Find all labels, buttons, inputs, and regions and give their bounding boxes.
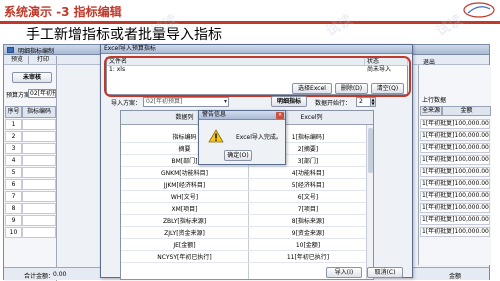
col-header-amount: 金额 [442, 106, 491, 116]
warning-icon [208, 129, 224, 143]
code-cell[interactable] [22, 215, 56, 226]
amount-label: 金额 [449, 273, 462, 280]
row-number: 8 [5, 203, 22, 214]
excel-col-cell: 5[经济科目] [291, 182, 325, 189]
data-start-stepper[interactable]: 2 ▲ ▼ [356, 97, 376, 107]
excel-col-cell: 8[指标来源] [291, 218, 325, 225]
exit-button[interactable]: 退出 [423, 57, 435, 66]
excel-col-cell: 9[资金来源] [291, 230, 325, 237]
cancel-button[interactable]: 取消(C) [367, 267, 403, 278]
excel-col-cell: 6[文号] [297, 194, 319, 201]
window-title: 明细指标编制 [18, 48, 55, 55]
row-number: 7 [5, 191, 22, 202]
row-number: 6 [5, 179, 22, 190]
field-cell: GNKM[功能科目] [161, 170, 208, 177]
field-cell: NCYSY[年初已执行] [157, 254, 212, 261]
field-cell: JE[金额] [173, 242, 196, 249]
row-number: 10 [5, 227, 22, 238]
col-header-source: 全来源 [420, 106, 442, 116]
watermark-text: 试读 [433, 11, 466, 40]
right-row: 1[年初批复]100,000.00 [420, 191, 490, 201]
table-row[interactable]: GNKM[功能科目] 4[功能科目] [121, 169, 373, 179]
preview-button[interactable]: 预览 [8, 56, 26, 64]
import-button[interactable]: 导入(I) [326, 267, 362, 278]
excel-col-cell: 10[金额] [295, 242, 321, 249]
total-label: 合计金额： [24, 273, 55, 280]
plan-label: 预算方案 [6, 92, 31, 99]
row-number: 1 [5, 119, 22, 130]
right-row: 1[年初批复]100,000.00 [420, 143, 490, 153]
code-cell[interactable] [22, 155, 56, 166]
row-number: 5 [5, 167, 22, 178]
ok-button[interactable]: 确定(O) [224, 150, 252, 161]
code-cell[interactable] [22, 143, 56, 154]
row-number: 4 [5, 155, 22, 166]
right-row: 1[年初批复]100,000.00 [420, 227, 490, 237]
data-start-value: 2 [359, 98, 363, 105]
field-cell: WH[文号] [170, 194, 199, 201]
warning-alert: 警告信息 × Excel导入完成。 确定(O) [198, 110, 286, 165]
dialog-title: Excel导入预算指标 [101, 45, 412, 54]
right-panel: 退出 上行数据 全来源 金额 1[年初批复]100,000.00 1[年初批复]… [418, 59, 491, 265]
code-cell[interactable] [22, 191, 56, 202]
code-cell[interactable] [22, 227, 56, 238]
table-row[interactable]: NCYSY[年初已执行] 11[年初已执行] [121, 253, 373, 263]
import-plan-select[interactable]: 02[年初预算] [143, 97, 229, 107]
toolbar-separator [56, 56, 57, 64]
watermark-text: 试读 [323, 11, 356, 40]
right-row: 1[年初批复]100,000.00 [420, 119, 490, 129]
data-start-label: 数据开始行： [315, 100, 352, 107]
unreviewed-button[interactable]: 未审核 [12, 72, 52, 83]
right-row: 1[年初批复]100,000.00 [420, 155, 490, 165]
upstream-data-label: 上行数据 [422, 97, 447, 104]
highlight-ring [104, 56, 411, 97]
table-row[interactable]: JE[金额] 10[金额] [121, 241, 373, 251]
field-cell: ZBLY[指标来源] [162, 218, 207, 225]
code-cell[interactable] [22, 203, 56, 214]
grid-header-code: 指标编码 [22, 106, 56, 118]
table-row[interactable]: ZBLY[指标来源] 8[指标来源] [121, 217, 373, 227]
plan-field[interactable]: 02[年初预算] [28, 89, 56, 98]
field-cell: JJKM[经济科目] [163, 182, 206, 189]
total-value: 0.00 [53, 271, 67, 278]
field-cell: ZJLY[资金来源] [164, 230, 205, 237]
table-row[interactable]: XM[项目] 7[项目] [121, 205, 373, 215]
import-options: 导入方案： 02[年初预算] 明细指标 数据开始行： 2 ▲▼ [101, 95, 412, 107]
close-icon[interactable]: × [276, 112, 284, 119]
toolbar-separator [28, 56, 29, 64]
excel-col-cell: 7[项目] [297, 206, 319, 213]
brand-logo-icon [463, 2, 495, 18]
code-cell[interactable] [22, 119, 56, 130]
code-cell[interactable] [22, 131, 56, 142]
stepper-arrows-icon[interactable]: ▲ ▼ [370, 98, 375, 106]
code-cell[interactable] [22, 167, 56, 178]
import-plan-label: 导入方案： [111, 100, 142, 107]
grid-header-index: 序号 [5, 106, 22, 118]
right-row: 1[年初批复]100,000.00 [420, 203, 490, 213]
scrollbar-thumb[interactable] [368, 128, 373, 173]
table-row[interactable]: JJKM[经济科目] 5[经济科目] [121, 181, 373, 191]
table-row[interactable]: ZJLY[资金来源] 9[资金来源] [121, 229, 373, 239]
slide-title: 系统演示 -3 指标编辑 [4, 5, 122, 19]
right-row: 1[年初批复]100,000.00 [420, 131, 490, 141]
right-row: 1[年初批复]100,000.00 [420, 179, 490, 189]
table-scrollbar[interactable] [366, 125, 373, 279]
table-row[interactable]: WH[文号] 6[文号] [121, 193, 373, 203]
row-number: 3 [5, 143, 22, 154]
alert-message: Excel导入完成。 [236, 134, 282, 141]
alert-title: 警告信息 [199, 111, 285, 120]
row-number: 9 [5, 215, 22, 226]
left-panel: 未审核 预算方案 02[年初预算] 序号 指标编码 1 2 3 4 5 6 7 … [4, 65, 57, 281]
field-cell: XM[项目] [171, 206, 198, 213]
app-icon [7, 47, 14, 53]
slide-subtitle: 手工新增指标或者批量导入指标 [26, 27, 222, 43]
right-row: 1[年初批复]100,000.00 [420, 215, 490, 225]
code-cell[interactable] [22, 179, 56, 190]
excel-col-cell: 11[年初已执行] [286, 254, 330, 261]
row-number: 2 [5, 131, 22, 142]
print-button[interactable]: 打印 [34, 56, 52, 64]
detail-indicator-button[interactable]: 明细指标 [271, 96, 307, 107]
excel-col-cell: 4[功能科目] [291, 170, 325, 177]
right-row: 1[年初批复]100,000.00 [420, 167, 490, 177]
